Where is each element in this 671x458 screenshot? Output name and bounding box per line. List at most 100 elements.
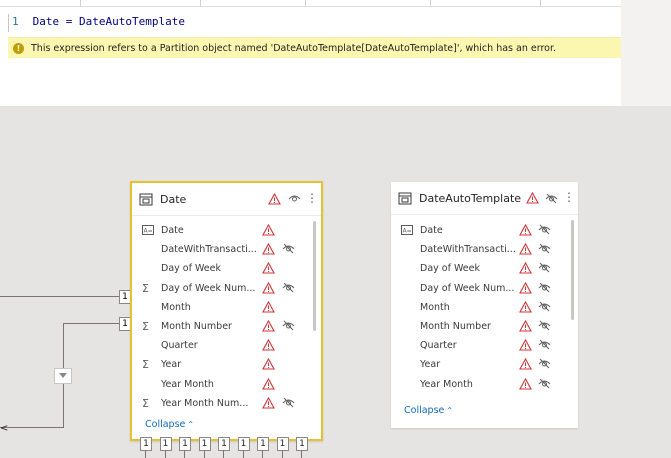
eye-hidden-icon[interactable]	[538, 339, 551, 353]
field-icon-blank	[142, 302, 154, 313]
field-name: Quarter	[420, 340, 457, 352]
warning-icon[interactable]	[519, 319, 532, 335]
warning-icon[interactable]	[268, 192, 281, 208]
cross-filter-direction[interactable]	[54, 368, 72, 384]
eye-hidden-icon[interactable]	[538, 224, 551, 238]
chevron-up-icon: ⌃	[446, 406, 454, 415]
relationship-cardinality-marker: 1	[296, 437, 308, 451]
field-row[interactable]: Month	[391, 298, 578, 317]
field-row[interactable]: Day of Week	[391, 259, 578, 278]
scrollbar[interactable]	[571, 220, 574, 320]
field-row[interactable]: Month Number	[391, 317, 578, 336]
eye-hidden-icon[interactable]	[538, 378, 551, 392]
model-canvas[interactable]: < 1 1 Date ⋮ A= Date DateWithTransacti... D…	[0, 107, 671, 458]
warning-icon[interactable]	[262, 300, 275, 316]
field-row[interactable]: DateWithTransacti...	[391, 240, 578, 259]
eye-hidden-icon[interactable]	[538, 243, 551, 257]
collapse-button[interactable]: Collapse ⌃	[145, 419, 194, 430]
more-options-icon[interactable]: ⋮	[306, 192, 318, 204]
eye-hidden-icon[interactable]	[282, 397, 295, 411]
field-name: Month Number	[161, 321, 232, 332]
warning-icon[interactable]	[519, 358, 532, 373]
code-line[interactable]: 1 Date = DateAutoTemplate	[8, 14, 614, 32]
field-name: DateWithTransacti...	[161, 244, 257, 256]
field-row[interactable]: DateWithTransacti...	[132, 240, 321, 259]
relationship-line[interactable]	[0, 427, 64, 428]
warning-icon[interactable]	[262, 262, 275, 277]
warning-icon[interactable]	[519, 339, 532, 354]
field-icon-blank	[401, 283, 413, 294]
warning-icon[interactable]	[519, 300, 532, 316]
field-row[interactable]: Quarter	[391, 336, 578, 355]
calendar-icon: A=	[142, 225, 154, 236]
eye-hidden-icon[interactable]	[538, 282, 551, 296]
warning-icon[interactable]	[262, 396, 275, 412]
eye-icon[interactable]	[288, 194, 301, 206]
scrollbar[interactable]	[313, 221, 316, 331]
relationship-line[interactable]	[63, 323, 120, 324]
field-name: Day of Week	[161, 263, 221, 275]
table-title: DateAutoTemplate	[419, 192, 522, 205]
eye-hidden-icon[interactable]	[538, 320, 551, 334]
field-icon-blank	[401, 379, 413, 390]
field-name: Day of Week Num...	[161, 282, 256, 294]
warning-icon[interactable]	[519, 223, 532, 239]
warning-icon[interactable]	[262, 339, 275, 354]
svg-text:A=: A=	[403, 228, 412, 235]
line-number: 1	[12, 15, 19, 28]
warning-icon[interactable]	[519, 281, 532, 297]
warning-icon[interactable]	[262, 319, 275, 335]
table-card-date[interactable]: Date ⋮ A= Date DateWithTransacti... Day of …	[130, 181, 323, 441]
field-row[interactable]: Year Month	[132, 375, 321, 394]
field-row[interactable]: A= Date	[132, 221, 321, 240]
field-row[interactable]: Day of Week Num...	[391, 279, 578, 298]
warning-icon[interactable]	[526, 191, 539, 207]
field-row[interactable]: Month	[132, 298, 321, 317]
warning-icon[interactable]	[262, 243, 275, 258]
warning-icon[interactable]	[519, 262, 532, 277]
field-icon-blank	[401, 359, 413, 370]
eye-hidden-icon[interactable]	[538, 262, 551, 276]
eye-hidden-icon[interactable]	[545, 193, 558, 207]
editor-side-panel	[621, 0, 671, 106]
field-name: Day of Week Num...	[420, 282, 515, 294]
field-row[interactable]: Quarter	[132, 336, 321, 355]
field-name: Day of Week	[420, 263, 480, 275]
warning-icon[interactable]	[262, 358, 275, 373]
relationship-cardinality-marker: 1	[257, 437, 269, 451]
field-name: Quarter	[161, 340, 198, 352]
field-row[interactable]: Σ Month Number	[132, 317, 321, 336]
sigma-icon: Σ	[142, 358, 149, 372]
eye-hidden-icon[interactable]	[282, 282, 295, 296]
field-row[interactable]: Σ Year	[132, 355, 321, 374]
warning-icon[interactable]	[262, 377, 275, 393]
chevron-up-icon: ⌃	[187, 420, 195, 429]
field-row[interactable]: Year	[391, 355, 578, 374]
eye-hidden-icon[interactable]	[282, 320, 295, 334]
dax-expression[interactable]: Date = DateAutoTemplate	[33, 15, 185, 28]
warning-icon[interactable]	[262, 281, 275, 297]
field-row[interactable]: Σ Year Month Num...	[132, 394, 321, 413]
warning-icon[interactable]	[519, 377, 532, 393]
field-row[interactable]: Σ Day of Week Num...	[132, 279, 321, 298]
relationship-cardinality-marker: 1	[140, 437, 152, 451]
field-name: Date	[161, 225, 184, 236]
eye-hidden-icon[interactable]	[282, 243, 295, 257]
more-options-icon[interactable]: ⋮	[563, 191, 575, 203]
warning-icon[interactable]	[519, 243, 532, 258]
relationship-line[interactable]	[0, 296, 120, 297]
field-row[interactable]: Day of Week	[132, 259, 321, 278]
table-header[interactable]: Date ⋮	[132, 183, 321, 216]
warning-icon[interactable]	[262, 223, 275, 239]
field-icon-blank	[142, 244, 154, 255]
collapse-button[interactable]: Collapse ⌃	[404, 405, 453, 416]
table-card-dateautotemplate[interactable]: DateAutoTemplate ⋮ A= Date DateWithTransac…	[391, 182, 578, 428]
field-row[interactable]: Year Month	[391, 375, 578, 394]
field-row[interactable]: A= Date	[391, 221, 578, 240]
warning-circle-icon: !	[13, 42, 24, 54]
relationship-cardinality-marker: 1	[198, 437, 211, 451]
eye-hidden-icon[interactable]	[538, 301, 551, 315]
table-header[interactable]: DateAutoTemplate ⋮	[391, 182, 578, 215]
eye-hidden-icon[interactable]	[538, 358, 551, 372]
field-name: Year Month	[161, 378, 214, 390]
